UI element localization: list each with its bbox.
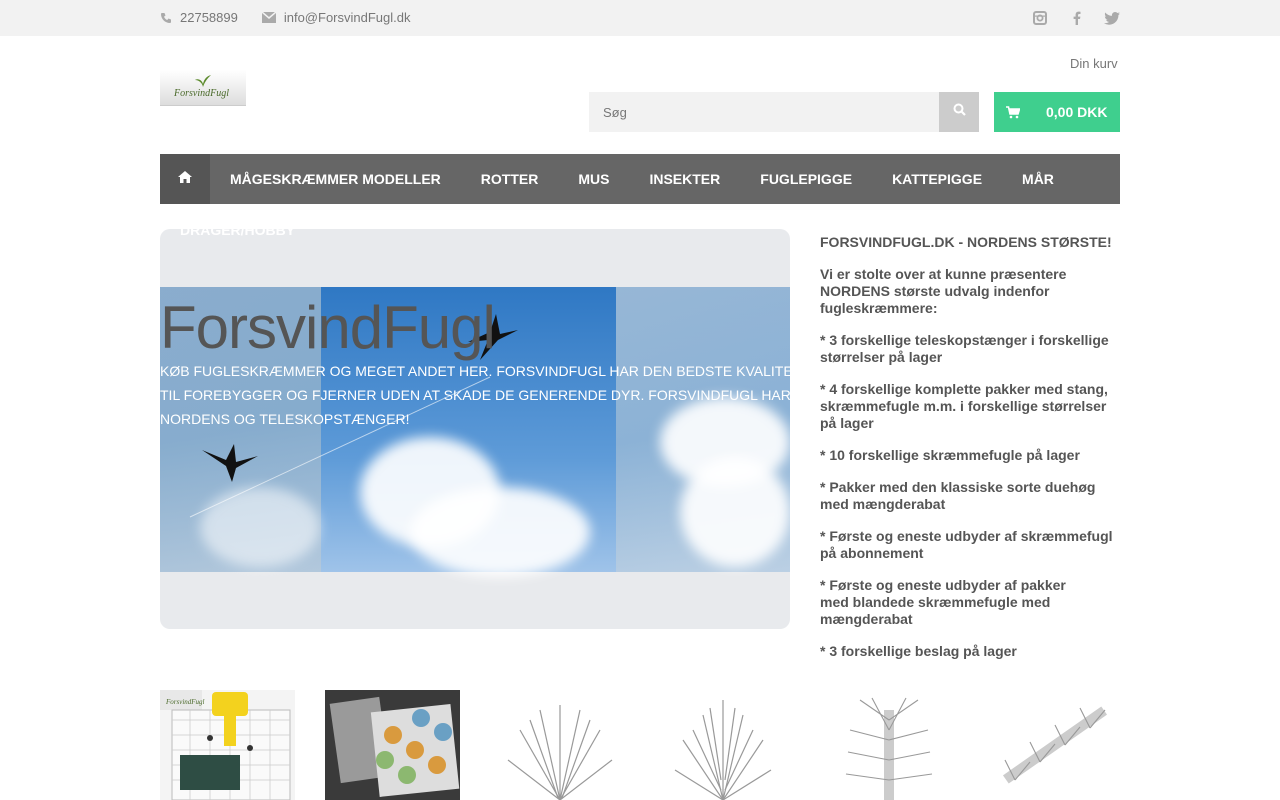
home-button[interactable] — [160, 154, 210, 204]
nav-item-drager-hobby[interactable]: DRAGER/HOBBY — [180, 222, 295, 238]
email-contact[interactable]: info@ForsvindFugl.dk — [261, 10, 411, 25]
info-bullet: * 3 forskellige teleskopstænger i forske… — [820, 332, 1109, 365]
product-row: ForsvindFugl — [160, 690, 1120, 800]
product-thumbnail-spikes-4[interactable] — [985, 690, 1120, 800]
info-bullet: * 4 forskellige komplette pakker med sta… — [820, 381, 1108, 431]
top-bar: 22758899 info@ForsvindFugl.dk — [0, 0, 1280, 36]
info-bullet: * Pakker med den klassiske sorte duehøg … — [820, 479, 1096, 512]
info-heading: FORSVINDFUGL.DK - NORDENS STØRSTE! — [820, 234, 1112, 250]
search-bar — [589, 92, 979, 132]
search-icon — [953, 103, 966, 121]
nav-item-kattepigge[interactable]: KATTEPIGGE — [872, 154, 1002, 204]
facebook-icon[interactable] — [1068, 10, 1084, 26]
info-intro: Vi er stolte over at kunne præsentere NO… — [820, 266, 1067, 316]
info-panel: FORSVINDFUGL.DK - NORDENS STØRSTE! Vi er… — [820, 234, 1120, 675]
product-thumbnail-spikes-2[interactable] — [655, 690, 790, 800]
nav-item-maageskraemmer[interactable]: MÅGESKRÆMMER MODELLER — [210, 154, 461, 204]
hero-banner[interactable]: ForsvindFugl KØB FUGLESKRÆMMER OG MEGET … — [160, 229, 790, 629]
search-input[interactable] — [589, 92, 939, 132]
logo-text: ForsvindFugl — [174, 88, 229, 99]
nav-item-insekter[interactable]: INSEKTER — [629, 154, 740, 204]
social-links — [1032, 10, 1120, 26]
product-thumbnail-stickers[interactable] — [325, 690, 460, 800]
cart-total: 0,00 DKK — [1046, 104, 1108, 120]
twitter-icon[interactable] — [1104, 10, 1120, 26]
hero-title: ForsvindFugl — [160, 294, 496, 361]
main-navigation: MÅGESKRÆMMER MODELLER ROTTER MUS INSEKTE… — [160, 154, 1120, 204]
mail-icon — [261, 12, 276, 23]
home-icon — [178, 170, 192, 188]
product-thumbnail-spikes-3[interactable] — [820, 690, 955, 800]
site-logo[interactable]: ForsvindFugl — [160, 70, 246, 106]
info-bullet: * 10 forskellige skræmmefugle på lager — [820, 447, 1080, 463]
info-bullet: * 3 forskellige beslag på lager — [820, 643, 1017, 659]
contact-info: 22758899 info@ForsvindFugl.dk — [160, 10, 434, 25]
cart-label[interactable]: Din kurv — [1070, 56, 1118, 71]
svg-text:ForsvindFugl: ForsvindFugl — [165, 698, 205, 706]
product-thumbnail-trap[interactable]: ForsvindFugl — [160, 690, 295, 800]
phone-number: 22758899 — [180, 10, 238, 25]
nav-item-rotter[interactable]: ROTTER — [461, 154, 559, 204]
info-bullet: * Første og eneste udbyder af pakker med… — [820, 577, 1066, 627]
product-thumbnail-spikes-1[interactable] — [490, 690, 625, 800]
email-address: info@ForsvindFugl.dk — [283, 10, 411, 25]
instagram-icon[interactable] — [1032, 10, 1048, 26]
shopping-cart-icon — [1006, 105, 1020, 119]
nav-item-maar[interactable]: MÅR — [1002, 154, 1074, 204]
search-button[interactable] — [939, 92, 979, 132]
nav-item-mus[interactable]: MUS — [558, 154, 629, 204]
info-bullet: * Første og eneste udbyder af skræmmefug… — [820, 528, 1113, 561]
hero-description: KØB FUGLESKRÆMMER OG MEGET ANDET HER. FO… — [160, 363, 790, 427]
phone-contact[interactable]: 22758899 — [160, 10, 238, 25]
nav-item-fuglepigge[interactable]: FUGLEPIGGE — [740, 154, 872, 204]
cart-button[interactable]: 0,00 DKK — [994, 92, 1120, 132]
phone-icon — [160, 12, 172, 24]
